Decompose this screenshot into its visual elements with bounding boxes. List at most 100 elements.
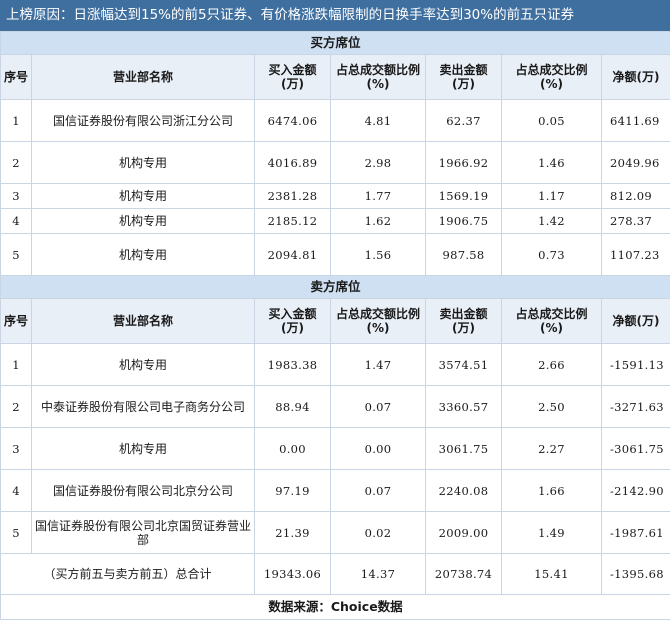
row-index: 4 bbox=[0, 208, 32, 234]
buy-pct: 1.47 bbox=[330, 343, 426, 386]
buy-pct: 0.07 bbox=[330, 385, 426, 428]
sell-amount: 3360.57 bbox=[425, 385, 502, 428]
net-amount: -2142.90 bbox=[600, 469, 670, 512]
total-row: （买方前五与卖方前五）总合计 19343.06 14.37 20738.74 1… bbox=[0, 553, 670, 595]
buy-amount: 6474.06 bbox=[254, 99, 331, 142]
header-branch-name: 营业部名称 bbox=[31, 298, 255, 344]
sell-pct: 0.73 bbox=[501, 233, 602, 276]
buy-pct: 1.62 bbox=[330, 208, 426, 234]
buy-amount: 1983.38 bbox=[254, 343, 331, 386]
branch-name: 机构专用 bbox=[31, 343, 255, 386]
sell-pct: 1.49 bbox=[501, 511, 602, 554]
row-index: 1 bbox=[0, 99, 32, 142]
sell-pct: 0.05 bbox=[501, 99, 602, 142]
sell-pct: 1.42 bbox=[501, 208, 602, 234]
header-index: 序号 bbox=[0, 54, 32, 100]
net-amount: 1107.23 bbox=[600, 233, 670, 276]
branch-name: 国信证券股份有限公司浙江分公司 bbox=[31, 99, 255, 142]
total-label: （买方前五与卖方前五）总合计 bbox=[0, 553, 255, 595]
sell-section-header: 卖方席位 bbox=[0, 275, 670, 299]
sell-pct: 2.66 bbox=[501, 343, 602, 386]
sell-amount: 1569.19 bbox=[425, 183, 502, 209]
buy-amount: 0.00 bbox=[254, 427, 331, 470]
buy-amount: 88.94 bbox=[254, 385, 331, 428]
source-row: 数据来源：Choice数据 bbox=[0, 594, 670, 620]
row-index: 3 bbox=[0, 183, 32, 209]
branch-name: 机构专用 bbox=[31, 233, 255, 276]
sell-amount: 987.58 bbox=[425, 233, 502, 276]
row-index: 2 bbox=[0, 141, 32, 184]
buy-pct: 2.98 bbox=[330, 141, 426, 184]
sell-pct: 1.66 bbox=[501, 469, 602, 512]
branch-name: 中泰证券股份有限公司电子商务分公司 bbox=[31, 385, 255, 428]
row-index: 1 bbox=[0, 343, 32, 386]
header-index: 序号 bbox=[0, 298, 32, 344]
table-row: 4 机构专用 2185.12 1.62 1906.75 1.42 278.37 bbox=[0, 208, 670, 234]
net-amount: 2049.96 bbox=[600, 141, 670, 184]
branch-name: 机构专用 bbox=[31, 208, 255, 234]
net-amount: -3271.63 bbox=[600, 385, 670, 428]
header-sell-pct: 占总成交比例(%) bbox=[501, 298, 602, 344]
sell-amount: 1906.75 bbox=[425, 208, 502, 234]
net-amount: -3061.75 bbox=[600, 427, 670, 470]
total-buy: 19343.06 bbox=[254, 553, 331, 595]
sell-amount: 3574.51 bbox=[425, 343, 502, 386]
sell-pct: 2.27 bbox=[501, 427, 602, 470]
table-row: 5 国信证券股份有限公司北京国贸证券营业部 21.39 0.02 2009.00 1.49… bbox=[0, 511, 670, 554]
row-index: 2 bbox=[0, 385, 32, 428]
sell-amount: 62.37 bbox=[425, 99, 502, 142]
table-row: 3 机构专用 0.00 0.00 3061.75 2.27 -3061.75 bbox=[0, 427, 670, 470]
header-branch-name: 营业部名称 bbox=[31, 54, 255, 100]
sell-pct: 1.46 bbox=[501, 141, 602, 184]
branch-name: 国信证券股份有限公司北京分公司 bbox=[31, 469, 255, 512]
buy-amount: 97.19 bbox=[254, 469, 331, 512]
buy-pct: 0.07 bbox=[330, 469, 426, 512]
net-amount: 6411.69 bbox=[600, 99, 670, 142]
row-index: 5 bbox=[0, 511, 32, 554]
table-row: 5 机构专用 2094.81 1.56 987.58 0.73 1107.23 bbox=[0, 233, 670, 276]
sell-amount: 2240.08 bbox=[425, 469, 502, 512]
sell-section-label: 卖方席位 bbox=[0, 275, 670, 299]
buy-amount: 2381.28 bbox=[254, 183, 331, 209]
buy-pct: 4.81 bbox=[330, 99, 426, 142]
header-sell-pct: 占总成交比例(%) bbox=[501, 54, 602, 100]
header-buy-pct: 占总成交额比例(%) bbox=[330, 298, 426, 344]
sell-pct: 2.50 bbox=[501, 385, 602, 428]
branch-name: 机构专用 bbox=[31, 183, 255, 209]
total-sell: 20738.74 bbox=[425, 553, 502, 595]
table-row: 3 机构专用 2381.28 1.77 1569.19 1.17 812.09 bbox=[0, 183, 670, 209]
buy-section-label: 买方席位 bbox=[0, 31, 670, 55]
buy-amount: 21.39 bbox=[254, 511, 331, 554]
branch-name: 机构专用 bbox=[31, 141, 255, 184]
total-buy-pct: 14.37 bbox=[330, 553, 426, 595]
table-row: 1 机构专用 1983.38 1.47 3574.51 2.66 -1591.13 bbox=[0, 343, 670, 386]
branch-name: 国信证券股份有限公司北京国贸证券营业部 bbox=[31, 511, 255, 554]
total-net: -1395.68 bbox=[600, 553, 670, 595]
buy-amount: 2185.12 bbox=[254, 208, 331, 234]
data-source: 数据来源：Choice数据 bbox=[0, 594, 670, 620]
sell-amount: 1966.92 bbox=[425, 141, 502, 184]
header-sell-amount: 卖出金额(万) bbox=[425, 54, 502, 100]
header-net-amount: 净额(万) bbox=[600, 298, 670, 344]
buy-amount: 2094.81 bbox=[254, 233, 331, 276]
header-sell-amount: 卖出金额(万) bbox=[425, 298, 502, 344]
table-row: 2 中泰证券股份有限公司电子商务分公司 88.94 0.07 3360.57 2.50 -3… bbox=[0, 385, 670, 428]
header-buy-amount: 买入金额(万) bbox=[254, 298, 331, 344]
row-index: 5 bbox=[0, 233, 32, 276]
header-buy-pct: 占总成交额比例(%) bbox=[330, 54, 426, 100]
net-amount: -1591.13 bbox=[600, 343, 670, 386]
buy-amount: 4016.89 bbox=[254, 141, 331, 184]
buy-pct: 1.56 bbox=[330, 233, 426, 276]
branch-name: 机构专用 bbox=[31, 427, 255, 470]
table-row: 1 国信证券股份有限公司浙江分公司 6474.06 4.81 62.37 0.05 6411… bbox=[0, 99, 670, 142]
sell-amount: 2009.00 bbox=[425, 511, 502, 554]
sell-amount: 3061.75 bbox=[425, 427, 502, 470]
header-net-amount: 净额(万) bbox=[600, 54, 670, 100]
buy-section-header: 买方席位 bbox=[0, 31, 670, 55]
reason-title: 上榜原因：日涨幅达到15%的前5只证券、有价格涨跌幅限制的日换手率达到30%的前… bbox=[0, 0, 670, 31]
sell-column-headers: 序号 营业部名称 买入金额(万) 占总成交额比例(%) 卖出金额(万) 占总成交比例(%)… bbox=[0, 298, 670, 344]
net-amount: -1987.61 bbox=[600, 511, 670, 554]
buy-pct: 0.02 bbox=[330, 511, 426, 554]
sell-pct: 1.17 bbox=[501, 183, 602, 209]
header-buy-amount: 买入金额(万) bbox=[254, 54, 331, 100]
